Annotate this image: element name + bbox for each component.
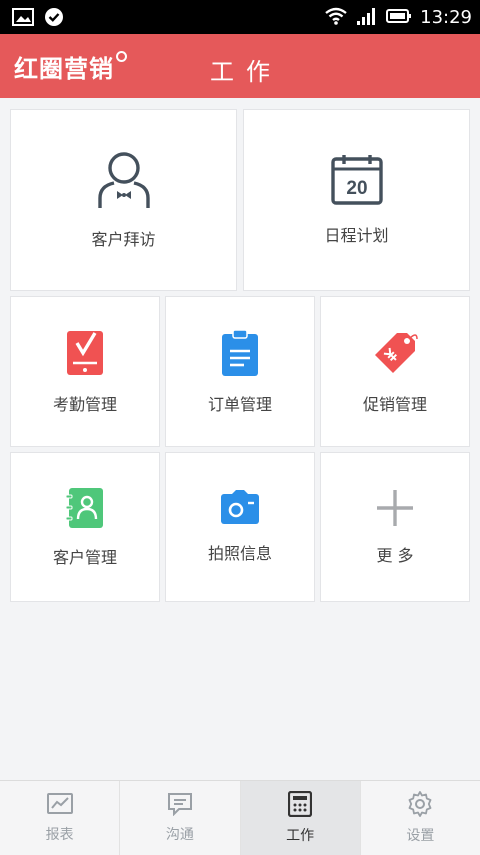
wifi-icon — [324, 6, 348, 30]
nav-label: 沟通 — [165, 827, 194, 843]
tile-label: 更 多 — [376, 546, 414, 565]
gallery-notification-icon — [12, 7, 34, 31]
plus-icon — [375, 488, 415, 532]
tile-promotion[interactable]: 促销管理 — [320, 296, 470, 447]
tile-label: 日程计划 — [324, 226, 389, 245]
calculator-icon — [288, 790, 313, 821]
bottom-nav: 报表 沟通 工作 设置 — [0, 780, 480, 855]
status-time: 13:29 — [420, 7, 472, 28]
tile-orders[interactable]: 订单管理 — [165, 296, 315, 447]
check-notification-icon — [44, 7, 64, 31]
tile-label: 拍照信息 — [207, 544, 272, 563]
tile-more[interactable]: 更 多 — [320, 452, 470, 602]
nav-label: 报表 — [45, 827, 74, 843]
contacts-book-icon — [65, 486, 105, 534]
nav-item-settings[interactable]: 设置 — [361, 781, 480, 855]
tile-label: 订单管理 — [207, 394, 272, 414]
nav-item-work[interactable]: 工作 — [240, 781, 361, 855]
tile-customer-visit[interactable]: 客户拜访 — [10, 109, 237, 291]
gear-icon — [407, 791, 433, 821]
nav-item-report[interactable]: 报表 — [0, 781, 121, 855]
camera-icon — [220, 490, 260, 530]
tile-schedule[interactable]: 20 日程计划 — [243, 109, 470, 291]
customer-visit-icon — [96, 150, 152, 214]
brand-logo: 红圈营销 — [14, 49, 127, 84]
nav-item-chat[interactable]: 沟通 — [120, 781, 241, 855]
calendar-day: 20 — [346, 178, 367, 199]
tile-label: 促销管理 — [362, 394, 427, 414]
battery-icon — [386, 6, 412, 30]
nav-label: 设置 — [406, 828, 435, 844]
tile-attendance[interactable]: 考勤管理 — [10, 296, 160, 447]
signal-icon — [356, 6, 378, 30]
brand-dot-icon — [116, 51, 127, 62]
tile-label: 考勤管理 — [52, 394, 117, 414]
nav-label: 工作 — [286, 828, 315, 844]
tile-label: 客户管理 — [52, 548, 117, 567]
page-title: 工作 — [210, 58, 282, 86]
brand-name: 红圈营销 — [14, 55, 114, 83]
tile-photo-info[interactable]: 拍照信息 — [165, 452, 315, 602]
chat-icon — [167, 792, 193, 820]
status-bar: 13:29 — [0, 0, 480, 34]
promotion-tag-icon — [371, 329, 419, 381]
attendance-icon — [65, 329, 105, 381]
calendar-icon: 20 — [330, 154, 384, 210]
tile-label: 客户拜访 — [91, 230, 156, 249]
app-header: 红圈营销 工作 — [0, 34, 480, 98]
report-chart-icon — [46, 792, 73, 820]
tile-customer-management[interactable]: 客户管理 — [10, 452, 160, 602]
order-clipboard-icon — [220, 328, 260, 381]
